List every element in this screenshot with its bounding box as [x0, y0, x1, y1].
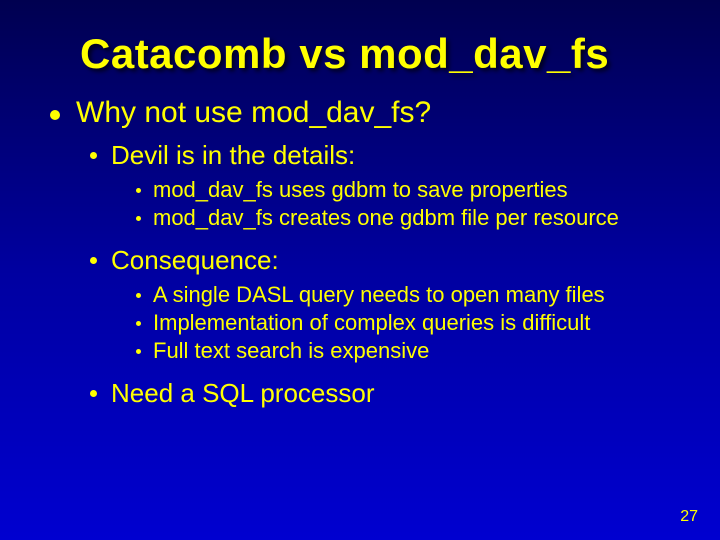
bullet-l2: Need a SQL processor [90, 378, 670, 409]
bullet-icon [90, 152, 97, 159]
slide-title: Catacomb vs mod_dav_fs [0, 0, 720, 96]
bullet-icon [136, 188, 141, 193]
bullet-icon [136, 216, 141, 221]
bullet-icon [50, 110, 60, 120]
bullet-l2-text: Consequence: [111, 245, 279, 276]
bullet-icon [136, 293, 141, 298]
bullet-l3: Implementation of complex queries is dif… [136, 310, 670, 336]
bullet-l1: Why not use mod_dav_fs? [50, 96, 670, 130]
bullet-l3: mod_dav_fs creates one gdbm file per res… [136, 205, 670, 231]
bullet-l2: Consequence: [90, 245, 670, 276]
bullet-l3: mod_dav_fs uses gdbm to save properties [136, 177, 670, 203]
bullet-l3-text: Implementation of complex queries is dif… [153, 310, 590, 336]
bullet-l3-text: mod_dav_fs uses gdbm to save properties [153, 177, 568, 203]
bullet-icon [90, 390, 97, 397]
page-number: 27 [680, 508, 698, 526]
bullet-icon [136, 349, 141, 354]
bullet-l2: Devil is in the details: [90, 140, 670, 171]
bullet-l3: A single DASL query needs to open many f… [136, 282, 670, 308]
bullet-l3-text: Full text search is expensive [153, 338, 429, 364]
bullet-l3-text: A single DASL query needs to open many f… [153, 282, 605, 308]
bullet-l3: Full text search is expensive [136, 338, 670, 364]
bullet-l1-text: Why not use mod_dav_fs? [76, 96, 431, 130]
bullet-l2-text: Devil is in the details: [111, 140, 355, 171]
bullet-l2-text: Need a SQL processor [111, 378, 375, 409]
bullet-icon [136, 321, 141, 326]
slide-body: Why not use mod_dav_fs? Devil is in the … [0, 96, 720, 409]
bullet-l3-text: mod_dav_fs creates one gdbm file per res… [153, 205, 619, 231]
bullet-icon [90, 257, 97, 264]
